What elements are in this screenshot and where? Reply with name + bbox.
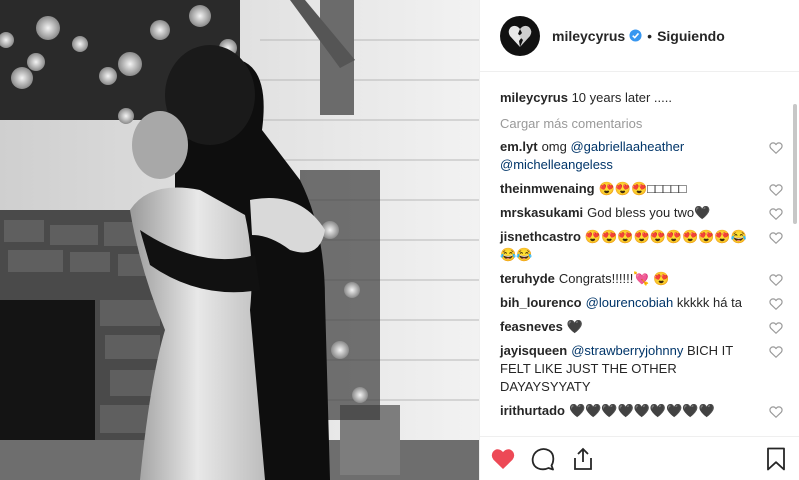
- comment-row: feasneves 🖤: [500, 318, 783, 336]
- comments: em.lyt omg @gabriellaaheather @michellean…: [500, 138, 783, 420]
- comment-username[interactable]: irithurtado: [500, 403, 565, 418]
- bookmark-icon: [767, 447, 785, 470]
- comment-row: theinmwenaing 😍😍😍□□□□□: [500, 180, 783, 198]
- heart-filled-icon: [491, 448, 515, 469]
- share-icon: [574, 447, 592, 470]
- comment-like-heart-icon[interactable]: [769, 207, 783, 221]
- comment-like-heart-icon[interactable]: [769, 345, 783, 359]
- comment-mention[interactable]: @michelleangeless: [500, 157, 613, 172]
- instagram-post: mileycyrus • Siguiendo mileycyrus 10 yea…: [0, 0, 799, 480]
- comment-button[interactable]: [530, 446, 556, 472]
- comment-mention[interactable]: @lourencobiah: [586, 295, 674, 310]
- comment-username[interactable]: bih_lourenco: [500, 295, 582, 310]
- comment-username[interactable]: jisnethcastro: [500, 229, 581, 244]
- comment-row: irithurtado 🖤🖤🖤🖤🖤🖤🖤🖤🖤: [500, 402, 783, 420]
- comment-like-heart-icon[interactable]: [769, 231, 783, 245]
- comment-like-heart-icon[interactable]: [769, 183, 783, 197]
- comment-username[interactable]: em.lyt: [500, 139, 538, 154]
- comment-text: omg: [541, 139, 571, 154]
- comment-text: 😍😍😍□□□□□: [598, 181, 687, 196]
- caption-text: 10 years later .....: [571, 90, 672, 105]
- action-bar: [480, 436, 799, 480]
- comment-username[interactable]: jayisqueen: [500, 343, 567, 358]
- comment-like-heart-icon[interactable]: [769, 273, 783, 287]
- wedding-photo: [0, 0, 479, 480]
- comment-row: em.lyt omg @gabriellaaheather @michellean…: [500, 138, 783, 174]
- comment-text: kkkkk há ta: [673, 295, 742, 310]
- post-side-panel: mileycyrus • Siguiendo mileycyrus 10 yea…: [479, 0, 799, 480]
- username[interactable]: mileycyrus: [552, 28, 625, 44]
- like-button[interactable]: [490, 446, 516, 472]
- comment-like-heart-icon[interactable]: [769, 405, 783, 419]
- comment-text: Congrats!!!!!!💘 😍: [558, 271, 670, 286]
- separator-dot: •: [647, 27, 653, 44]
- avatar[interactable]: [500, 15, 540, 56]
- caption: mileycyrus 10 years later .....: [500, 89, 783, 106]
- post-photo[interactable]: [0, 0, 479, 480]
- comment-row: jayisqueen @strawberryjohnny BICH IT FELT…: [500, 342, 783, 396]
- comment-like-heart-icon[interactable]: [769, 297, 783, 311]
- save-button[interactable]: [763, 446, 789, 472]
- comment-text: 🖤: [566, 319, 584, 334]
- comment-mention[interactable]: @strawberryjohnny: [571, 343, 683, 358]
- comment-like-heart-icon[interactable]: [769, 321, 783, 335]
- comment-mention[interactable]: @gabriellaaheather: [570, 139, 684, 154]
- load-more-comments-button[interactable]: Cargar más comentarios: [500, 115, 783, 132]
- comment-username[interactable]: theinmwenaing: [500, 181, 595, 196]
- comment-text: God bless you two🖤: [587, 205, 711, 220]
- comment-username[interactable]: teruhyde: [500, 271, 555, 286]
- verified-badge-icon: [629, 29, 642, 42]
- broken-heart-icon: [508, 25, 532, 47]
- comment-row: mrskasukami God bless you two🖤: [500, 204, 783, 222]
- comments-scrollbar[interactable]: [793, 104, 797, 224]
- comment-row: jisnethcastro 😍😍😍😍😍😍😍😍😍😂😂😂: [500, 228, 783, 264]
- comment-row: teruhyde Congrats!!!!!!💘 😍: [500, 270, 783, 288]
- comment-bubble-icon: [531, 447, 555, 470]
- post-header: mileycyrus • Siguiendo: [480, 0, 799, 72]
- comment-text: 🖤🖤🖤🖤🖤🖤🖤🖤🖤: [569, 403, 715, 418]
- comment-username[interactable]: mrskasukami: [500, 205, 583, 220]
- comment-row: bih_lourenco @lourencobiah kkkkk há ta: [500, 294, 783, 312]
- comment-like-heart-icon[interactable]: [769, 141, 783, 155]
- following-button[interactable]: Siguiendo: [657, 28, 725, 44]
- comment-username[interactable]: feasneves: [500, 319, 563, 334]
- comments-list[interactable]: mileycyrus 10 years later ..... Cargar m…: [480, 72, 799, 436]
- share-button[interactable]: [570, 446, 596, 472]
- caption-username[interactable]: mileycyrus: [500, 90, 568, 105]
